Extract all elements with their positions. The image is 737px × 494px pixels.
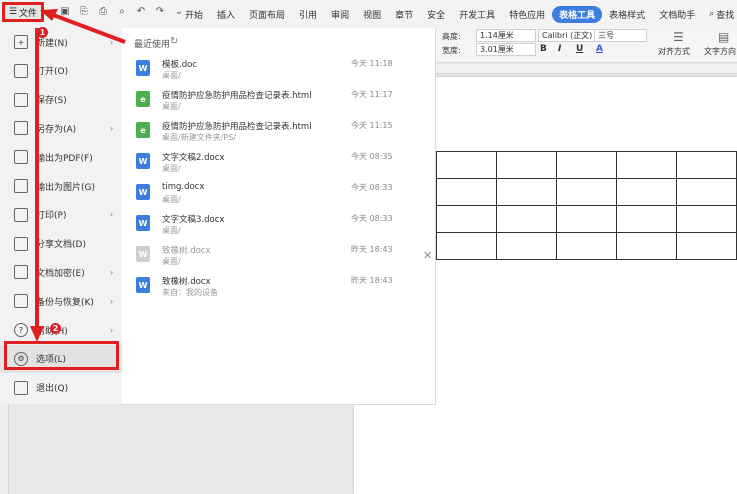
- annotation-arrows: [30, 9, 126, 342]
- arrow-head-2: [30, 326, 44, 342]
- arrow-to-file: [47, 11, 126, 44]
